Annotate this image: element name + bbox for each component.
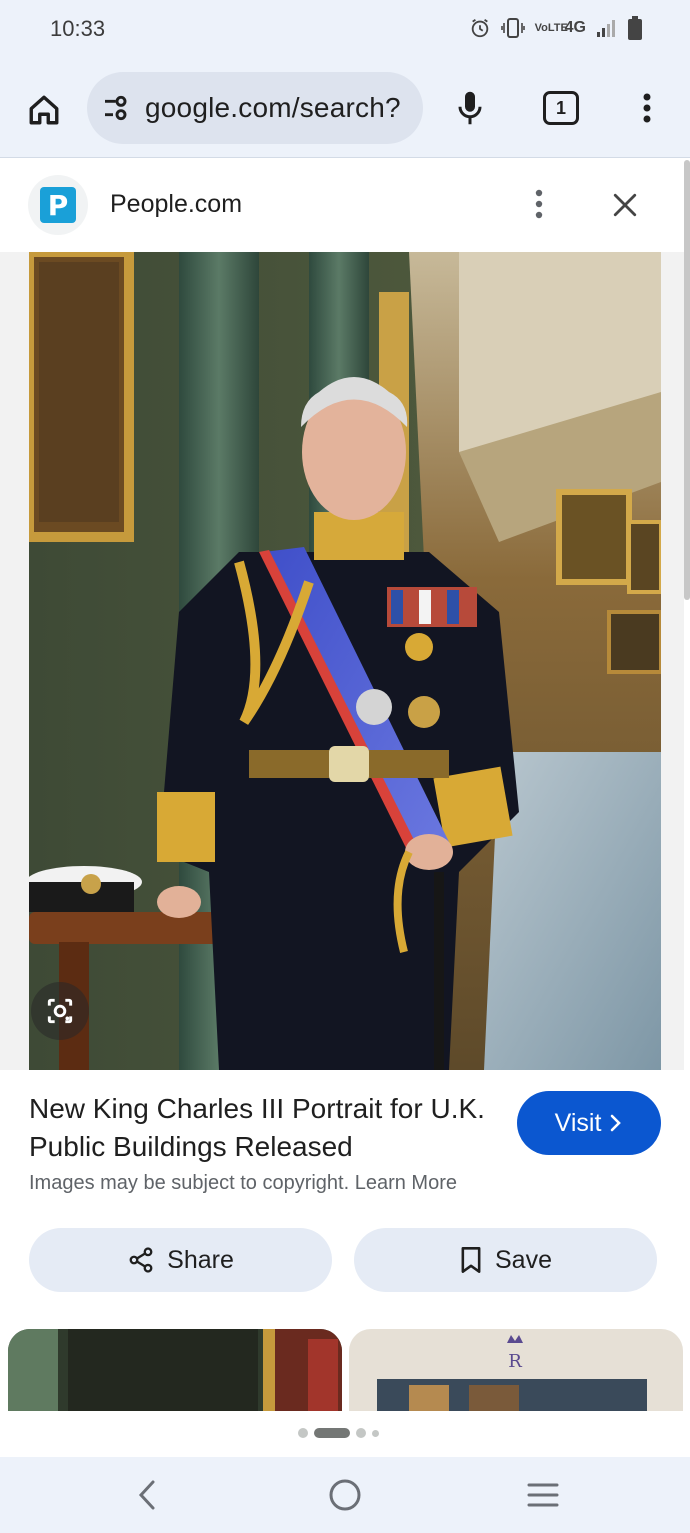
close-button[interactable]: [604, 184, 646, 226]
chevron-right-icon: [611, 1114, 622, 1132]
share-button[interactable]: Share: [29, 1228, 332, 1292]
home-nav-button[interactable]: [320, 1475, 370, 1515]
status-time: 10:33: [50, 16, 106, 41]
portrait-image[interactable]: [29, 252, 661, 1070]
circle-home-icon: [329, 1479, 361, 1511]
battery-icon: [628, 16, 642, 40]
tab-switcher-button[interactable]: 1: [543, 91, 579, 125]
related-image-1[interactable]: [8, 1329, 342, 1411]
source-name[interactable]: People.com: [110, 190, 242, 219]
visit-label: Visit: [554, 1108, 602, 1137]
signal-icon: [597, 20, 615, 37]
recents-button[interactable]: [518, 1475, 568, 1515]
system-nav-bar: [0, 1457, 690, 1533]
tab-count: 1: [555, 97, 566, 118]
close-icon: [613, 193, 637, 217]
page-indicator: [298, 1428, 379, 1438]
source-favicon[interactable]: P: [28, 175, 88, 235]
more-vert-icon: [535, 189, 543, 219]
address-bar[interactable]: google.com/search?: [87, 72, 423, 144]
alarm-icon: [471, 18, 488, 38]
scrollbar[interactable]: [684, 160, 690, 600]
tune-icon[interactable]: [101, 92, 133, 124]
copyright-notice[interactable]: Images may be subject to copyright. Lear…: [29, 1172, 457, 1195]
source-header: P People.com: [0, 160, 684, 252]
page-dot: [298, 1428, 308, 1438]
more-vert-icon: [643, 93, 651, 123]
back-button[interactable]: [122, 1475, 172, 1515]
network-label: 4G: [564, 19, 586, 36]
related-image-2[interactable]: R: [349, 1329, 683, 1411]
page-dot: [372, 1429, 379, 1437]
page-dot-active: [314, 1428, 350, 1438]
image-preview: [0, 252, 684, 1070]
browser-toolbar: google.com/search? 1: [0, 60, 690, 158]
home-button[interactable]: [22, 88, 66, 132]
source-more-button[interactable]: [524, 182, 554, 226]
back-icon: [138, 1480, 155, 1510]
url-text: google.com/search?: [145, 92, 401, 123]
voice-search-button[interactable]: [448, 86, 492, 130]
page-dot: [356, 1428, 366, 1438]
status-bar: 10:33 VoLTE 4G: [0, 0, 690, 60]
save-button[interactable]: Save: [354, 1228, 657, 1292]
lens-icon: [47, 998, 73, 1024]
favicon-letter: P: [40, 187, 76, 223]
svg-text:R: R: [508, 1351, 522, 1372]
lens-button[interactable]: [31, 982, 89, 1040]
mic-icon: [458, 91, 482, 125]
vibrate-icon: [500, 18, 525, 38]
browser-menu-button[interactable]: [630, 86, 664, 130]
visit-button[interactable]: Visit: [517, 1091, 661, 1155]
share-label: Share: [167, 1245, 234, 1274]
result-title[interactable]: New King Charles III Portrait for U.K. P…: [29, 1090, 489, 1166]
home-icon: [29, 95, 59, 125]
bookmark-icon: [461, 1247, 481, 1273]
share-icon: [129, 1247, 153, 1273]
menu-lines-icon: [527, 1483, 559, 1507]
save-label: Save: [495, 1245, 552, 1274]
status-icons: VoLTE 4G: [469, 16, 642, 40]
volte-label: VoLTE: [534, 21, 568, 34]
